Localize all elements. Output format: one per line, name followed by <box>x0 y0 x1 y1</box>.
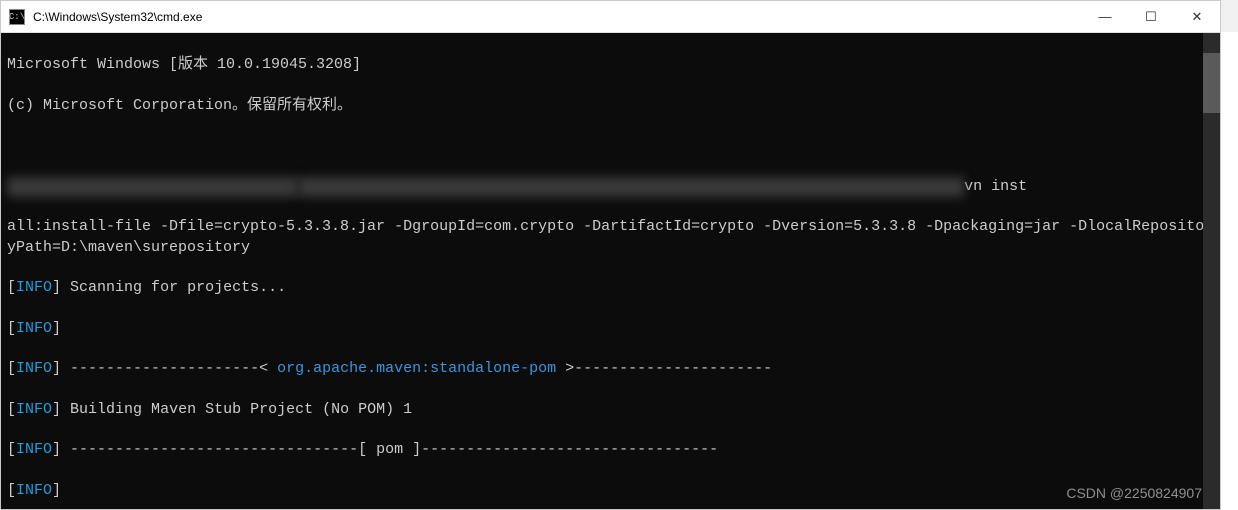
scrollbar-thumb[interactable] <box>1203 53 1220 113</box>
info-project-header: [INFO] ---------------------< org.apache… <box>7 359 1214 379</box>
info-blank: [INFO] <box>7 319 1214 339</box>
close-button[interactable]: ✕ <box>1174 1 1220 32</box>
cmd-window: C:\ C:\Windows\System32\cmd.exe — ☐ ✕ Mi… <box>0 0 1221 510</box>
scrollbar[interactable] <box>1203 33 1220 509</box>
cmd-icon: C:\ <box>9 9 25 25</box>
titlebar[interactable]: C:\ C:\Windows\System32\cmd.exe — ☐ ✕ <box>1 1 1220 33</box>
minimize-button[interactable]: — <box>1082 1 1128 32</box>
info-blank-2: [INFO] <box>7 481 1214 501</box>
info-scanning: [INFO] Scanning for projects... <box>7 278 1214 298</box>
maximize-button[interactable]: ☐ <box>1128 1 1174 32</box>
version-line: Microsoft Windows [版本 10.0.19045.3208] <box>7 55 1214 75</box>
command-line-2: all:install-file -Dfile=crypto-5.3.3.8.j… <box>7 217 1214 258</box>
command-line: E:\IdeaProjects\xn_ty_joi\04代码\xxxxxxxxx… <box>7 177 1214 197</box>
window-controls: — ☐ ✕ <box>1082 1 1220 32</box>
info-pom: [INFO] --------------------------------[… <box>7 440 1214 460</box>
window-title: C:\Windows\System32\cmd.exe <box>33 10 1082 24</box>
side-margin <box>1221 32 1238 510</box>
copyright-line: (c) Microsoft Corporation。保留所有权利。 <box>7 96 1214 116</box>
terminal-output[interactable]: Microsoft Windows [版本 10.0.19045.3208] (… <box>1 33 1220 509</box>
info-building: [INFO] Building Maven Stub Project (No P… <box>7 400 1214 420</box>
